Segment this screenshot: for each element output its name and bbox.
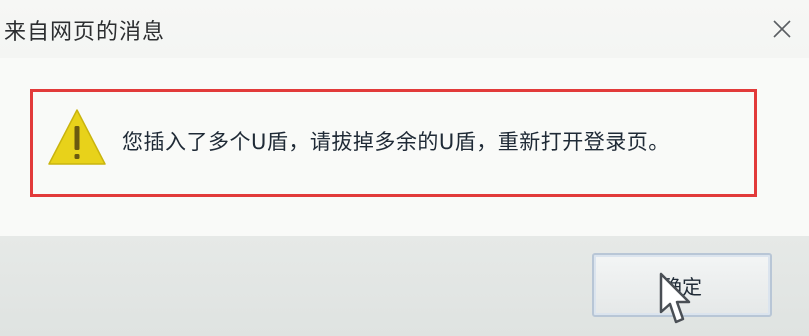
title-bar[interactable]: 来自网页的消息 xyxy=(0,0,809,58)
message-dialog: 来自网页的消息 您插入了多个U盾，请拔掉多余的U盾，重新打开登录页。 确定 xyxy=(0,0,809,336)
ok-button[interactable]: 确定 xyxy=(592,253,772,317)
warning-icon xyxy=(48,109,106,165)
dialog-message: 您插入了多个U盾，请拔掉多余的U盾，重新打开登录页。 xyxy=(122,130,670,154)
ok-button-label: 确定 xyxy=(662,274,702,299)
dialog-title: 来自网页的消息 xyxy=(4,20,166,45)
close-button[interactable] xyxy=(765,12,799,46)
close-icon xyxy=(773,20,791,38)
